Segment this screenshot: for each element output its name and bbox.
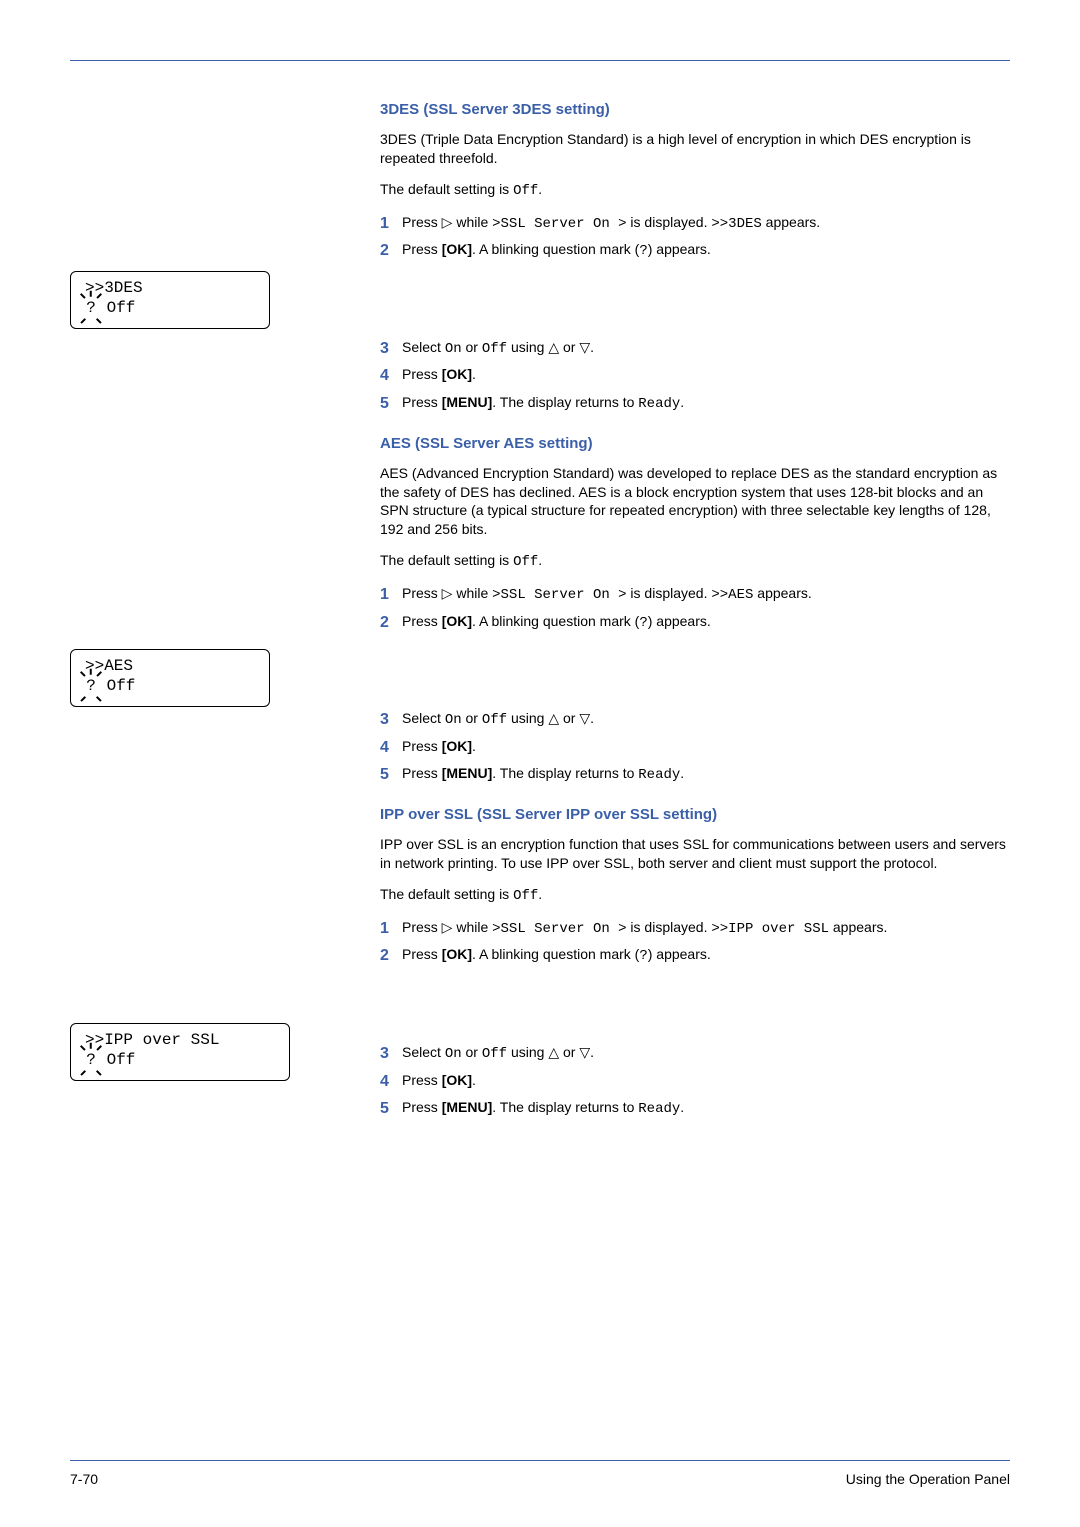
step-number: 5 — [380, 1098, 402, 1120]
step: 4 Press [OK]. — [380, 365, 1010, 387]
step-number: 2 — [380, 240, 402, 262]
para-3des-default: The default setting is Off. — [380, 180, 1010, 201]
step-number: 3 — [380, 338, 402, 360]
step-number: 2 — [380, 612, 402, 634]
display-line-2: ? Off — [81, 676, 259, 696]
step-text: Press [OK]. A blinking question mark (?)… — [402, 945, 1010, 967]
step-text: Press ▷ while >SSL Server On > is displa… — [402, 918, 1010, 940]
steps-3des-cont: 3 Select On or Off using △ or ▽. 4 Press… — [380, 338, 1010, 415]
blink-question: ? — [85, 1050, 97, 1070]
step: 3 Select On or Off using △ or ▽. — [380, 709, 1010, 731]
step-number: 4 — [380, 365, 402, 387]
steps-aes-cont: 3 Select On or Off using △ or ▽. 4 Press… — [380, 709, 1010, 786]
step-text: Press [MENU]. The display returns to Rea… — [402, 393, 1010, 415]
footer-title: Using the Operation Panel — [846, 1471, 1010, 1487]
step-text: Select On or Off using △ or ▽. — [402, 338, 1010, 360]
step: 2 Press [OK]. A blinking question mark (… — [380, 240, 1010, 262]
heading-ipp: IPP over SSL (SSL Server IPP over SSL se… — [380, 806, 1010, 823]
lcd-display-aes: >>AES ? Off — [70, 649, 270, 707]
para-ipp-desc: IPP over SSL is an encryption function t… — [380, 835, 1010, 873]
step-text: Select On or Off using △ or ▽. — [402, 1043, 1010, 1065]
display-line-2-rest: Off — [97, 299, 135, 317]
step: 2 Press [OK]. A blinking question mark (… — [380, 945, 1010, 967]
step: 1 Press ▷ while >SSL Server On > is disp… — [380, 918, 1010, 940]
lcd-display-3des: >>3DES ? Off — [70, 271, 270, 329]
step: 5 Press [MENU]. The display returns to R… — [380, 764, 1010, 786]
para-aes-default: The default setting is Off. — [380, 551, 1010, 572]
heading-aes: AES (SSL Server AES setting) — [380, 435, 1010, 452]
steps-ipp-cont: 3 Select On or Off using △ or ▽. 4 Press… — [380, 1043, 1010, 1120]
display-line-1: >>IPP over SSL — [81, 1030, 279, 1050]
step-text: Press [OK]. A blinking question mark (?)… — [402, 240, 1010, 262]
step: 1 Press ▷ while >SSL Server On > is disp… — [380, 213, 1010, 235]
step-text: Press [OK]. A blinking question mark (?)… — [402, 612, 1010, 634]
step-number: 5 — [380, 764, 402, 786]
display-line-2: ? Off — [81, 1050, 279, 1070]
para-3des-desc: 3DES (Triple Data Encryption Standard) i… — [380, 130, 1010, 168]
left-column: >>3DES ? Off >>AES ? Off >>IPP over SSL — [70, 101, 380, 1126]
step-number: 2 — [380, 945, 402, 967]
step-text: Select On or Off using △ or ▽. — [402, 709, 1010, 731]
heading-3des: 3DES (SSL Server 3DES setting) — [380, 101, 1010, 118]
step: 1 Press ▷ while >SSL Server On > is disp… — [380, 584, 1010, 606]
footer-divider — [70, 1460, 1010, 1461]
step-number: 3 — [380, 709, 402, 731]
display-line-2-rest: Off — [97, 1051, 135, 1069]
step-text: Press [OK]. — [402, 1071, 1010, 1093]
page-number: 7-70 — [70, 1471, 98, 1487]
para-aes-desc: AES (Advanced Encryption Standard) was d… — [380, 464, 1010, 540]
step-number: 4 — [380, 1071, 402, 1093]
step: 3 Select On or Off using △ or ▽. — [380, 1043, 1010, 1065]
step-number: 1 — [380, 584, 402, 606]
step: 2 Press [OK]. A blinking question mark (… — [380, 612, 1010, 634]
display-line-2: ? Off — [81, 298, 259, 318]
step-number: 3 — [380, 1043, 402, 1065]
step: 5 Press [MENU]. The display returns to R… — [380, 1098, 1010, 1120]
page-footer: 7-70 Using the Operation Panel — [70, 1460, 1010, 1487]
step-text: Press [OK]. — [402, 737, 1010, 759]
display-line-2-rest: Off — [97, 677, 135, 695]
step-text: Press [MENU]. The display returns to Rea… — [402, 1098, 1010, 1120]
step-text: Press ▷ while >SSL Server On > is displa… — [402, 584, 1010, 606]
blink-question: ? — [85, 676, 97, 696]
steps-3des: 1 Press ▷ while >SSL Server On > is disp… — [380, 213, 1010, 262]
step-text: Press [OK]. — [402, 365, 1010, 387]
right-column: 3DES (SSL Server 3DES setting) 3DES (Tri… — [380, 101, 1010, 1126]
step-text: Press ▷ while >SSL Server On > is displa… — [402, 213, 1010, 235]
content-area: >>3DES ? Off >>AES ? Off >>IPP over SSL — [70, 101, 1010, 1126]
step-number: 1 — [380, 918, 402, 940]
lcd-display-ipp: >>IPP over SSL ? Off — [70, 1023, 290, 1081]
blink-question: ? — [85, 298, 97, 318]
steps-aes: 1 Press ▷ while >SSL Server On > is disp… — [380, 584, 1010, 633]
step: 4 Press [OK]. — [380, 1071, 1010, 1093]
step: 3 Select On or Off using △ or ▽. — [380, 338, 1010, 360]
display-line-1: >>3DES — [81, 278, 259, 298]
steps-ipp: 1 Press ▷ while >SSL Server On > is disp… — [380, 918, 1010, 967]
step-number: 4 — [380, 737, 402, 759]
step-number: 5 — [380, 393, 402, 415]
step: 4 Press [OK]. — [380, 737, 1010, 759]
step-text: Press [MENU]. The display returns to Rea… — [402, 764, 1010, 786]
para-ipp-default: The default setting is Off. — [380, 885, 1010, 906]
display-line-1: >>AES — [81, 656, 259, 676]
step: 5 Press [MENU]. The display returns to R… — [380, 393, 1010, 415]
top-divider — [70, 60, 1010, 61]
step-number: 1 — [380, 213, 402, 235]
